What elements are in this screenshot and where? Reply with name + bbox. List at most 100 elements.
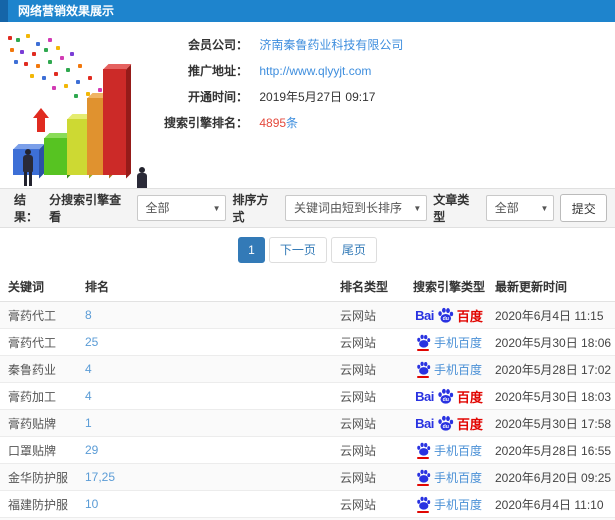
company-label: 会员公司： xyxy=(187,38,248,52)
info-row-rank-count: 搜索引擎排名： 4895条 xyxy=(152,110,612,136)
page: 网络营销效果展示 会员公司： 济南秦鲁药业科技有限公司 推广地址： http:/… xyxy=(0,0,615,520)
table-row: 膏药贴牌 1 云网站 Bai du 百度 2020年5月30日 17:58 xyxy=(0,410,615,437)
illustration-bar-yellow xyxy=(67,114,95,178)
baidu-logo-cn-text: 百度 xyxy=(456,308,483,324)
article-type-select[interactable]: 全部 ▼ xyxy=(485,195,555,221)
baidu-mobile-icon xyxy=(416,361,431,378)
window-titlebar: 网络营销效果展示 xyxy=(0,0,615,22)
engine-filter-label: 分搜索引擎查看 xyxy=(49,193,122,224)
updated-time-cell: 2020年6月20日 09:25 xyxy=(495,470,612,485)
baidu-mobile-logo: 手机百度 xyxy=(403,469,495,486)
baidu-logo-cn-text: 百度 xyxy=(456,416,483,432)
page-title: 网络营销效果展示 xyxy=(18,4,115,18)
baidu-mobile-logo: 手机百度 xyxy=(403,442,495,459)
company-name-link[interactable]: 济南秦鲁药业科技有限公司 xyxy=(259,38,403,52)
mobile-baidu-text: 手机百度 xyxy=(433,335,482,350)
mobile-baidu-text: 手机百度 xyxy=(433,497,482,512)
red-underline-decoration xyxy=(417,456,430,459)
baidu-paw-icon xyxy=(417,496,431,510)
info-row-open-time: 开通时间： 2019年5月27日 09:17 xyxy=(152,84,612,110)
baidu-paw-icon xyxy=(417,334,431,348)
engine-filter-select[interactable]: 全部 ▼ xyxy=(136,195,227,221)
engine-filter-value: 全部 xyxy=(145,201,170,215)
baidu-paw-icon: du xyxy=(438,415,454,431)
rank-link[interactable]: 10 xyxy=(85,497,340,511)
next-page-button[interactable]: 下一页 xyxy=(268,237,327,263)
updated-time-cell: 2020年5月30日 18:03 xyxy=(495,389,612,404)
keyword-cell: 膏药贴牌 xyxy=(8,416,57,431)
caret-down-icon: ▼ xyxy=(540,204,549,213)
sort-select[interactable]: 关键词由短到长排序 ▼ xyxy=(284,195,428,221)
rank-type-cell: 云网站 xyxy=(340,362,377,377)
table-body: 膏药代工 8 云网站 Bai du 百度 2020年6月4日 11:15 膏药代工 25 云网站手… xyxy=(0,302,615,520)
svg-text:du: du xyxy=(442,316,448,322)
table-row: 秦鲁药业 4 云网站 手机百度 2020年5月28日 17:02 xyxy=(0,356,615,383)
red-underline-decoration xyxy=(417,483,430,486)
svg-text:du: du xyxy=(442,397,448,403)
header-engine-type: 搜索引擎类型 xyxy=(412,280,485,294)
header-updated: 最新更新时间 xyxy=(495,280,568,294)
rank-type-cell: 云网站 xyxy=(340,335,377,350)
baidu-pc-logo: Bai du 百度 xyxy=(403,414,495,433)
rank-type-cell: 云网站 xyxy=(340,443,377,458)
illustration-bar-red xyxy=(103,64,132,178)
rank-count-value: 4895 xyxy=(259,116,287,130)
pagination: 1 下一页 尾页 xyxy=(0,228,615,272)
rank-link[interactable]: 4 xyxy=(85,362,340,376)
updated-time-cell: 2020年6月4日 11:15 xyxy=(495,308,604,323)
header-rank: 排名 xyxy=(85,280,110,294)
baidu-paw-icon: du xyxy=(438,307,454,323)
article-type-label: 文章类型 xyxy=(433,193,470,224)
info-row-company: 会员公司： 济南秦鲁药业科技有限公司 xyxy=(152,32,612,58)
rank-link[interactable]: 4 xyxy=(85,389,340,403)
rank-type-cell: 云网站 xyxy=(340,416,377,431)
header-keyword: 关键词 xyxy=(8,280,45,294)
last-page-button[interactable]: 尾页 xyxy=(330,237,377,263)
company-info-section: 会员公司： 济南秦鲁药业科技有限公司 推广地址： http://www.qlyy… xyxy=(0,22,615,204)
page-1-button[interactable]: 1 xyxy=(238,237,265,263)
baidu-logo-bai-text: Bai xyxy=(415,415,434,431)
promo-url-label: 推广地址： xyxy=(187,64,248,78)
table-row: 金华防护服 17,25 云网站 手机百度 2020年6月20日 09:25 xyxy=(0,464,615,491)
keyword-cell: 金华防护服 xyxy=(8,470,69,485)
caret-down-icon: ▼ xyxy=(413,204,422,213)
baidu-pc-logo: Bai du 百度 xyxy=(403,387,495,406)
rank-link[interactable]: 1 xyxy=(85,416,340,430)
caret-down-icon: ▼ xyxy=(212,204,221,213)
baidu-mobile-icon xyxy=(416,442,431,459)
red-underline-decoration xyxy=(417,510,430,513)
rank-type-cell: 云网站 xyxy=(340,389,377,404)
company-info-list: 会员公司： 济南秦鲁药业科技有限公司 推广地址： http://www.qlyy… xyxy=(152,32,612,136)
updated-time-cell: 2020年5月30日 18:06 xyxy=(495,335,612,350)
baidu-mobile-icon xyxy=(416,496,431,513)
info-row-url: 推广地址： http://www.qlyyjt.com xyxy=(152,58,612,84)
baidu-paw-icon xyxy=(417,361,431,375)
promo-url-link[interactable]: http://www.qlyyjt.com xyxy=(259,64,371,78)
filter-bar: 结果： 分搜索引擎查看 全部 ▼ 排序方式 关键词由短到长排序 ▼ 文章类型 全… xyxy=(0,188,615,228)
header-rank-type: 排名类型 xyxy=(340,280,389,294)
baidu-mobile-logo: 手机百度 xyxy=(403,496,495,513)
rank-link[interactable]: 29 xyxy=(85,443,340,457)
submit-button[interactable]: 提交 xyxy=(560,194,607,222)
rank-type-cell: 云网站 xyxy=(340,497,377,512)
keyword-cell: 膏药代工 xyxy=(8,335,57,350)
svg-text:du: du xyxy=(442,424,448,430)
baidu-mobile-icon xyxy=(416,469,431,486)
rank-link[interactable]: 25 xyxy=(85,335,340,349)
rank-count-suffix: 条 xyxy=(286,116,299,130)
baidu-pc-logo: Bai du 百度 xyxy=(403,306,495,325)
baidu-logo-cn-text: 百度 xyxy=(456,389,483,405)
baidu-logo-bai-text: Bai xyxy=(415,388,434,404)
red-underline-decoration xyxy=(417,348,430,351)
keyword-cell: 膏药代工 xyxy=(8,308,57,323)
table-row: 膏药加工 4 云网站 Bai du 百度 2020年5月30日 18:03 xyxy=(0,383,615,410)
baidu-paw-icon xyxy=(417,469,431,483)
sort-label: 排序方式 xyxy=(232,193,269,224)
keyword-cell: 秦鲁药业 xyxy=(8,362,57,377)
open-time-value: 2019年5月27日 09:17 xyxy=(259,90,376,104)
table-header-row: 关键词 排名 排名类型 搜索引擎类型 最新更新时间 xyxy=(0,272,615,302)
red-underline-decoration xyxy=(417,375,430,378)
rank-link[interactable]: 8 xyxy=(85,308,340,322)
rank-link[interactable]: 17,25 xyxy=(85,470,340,484)
baidu-mobile-logo: 手机百度 xyxy=(403,361,495,378)
